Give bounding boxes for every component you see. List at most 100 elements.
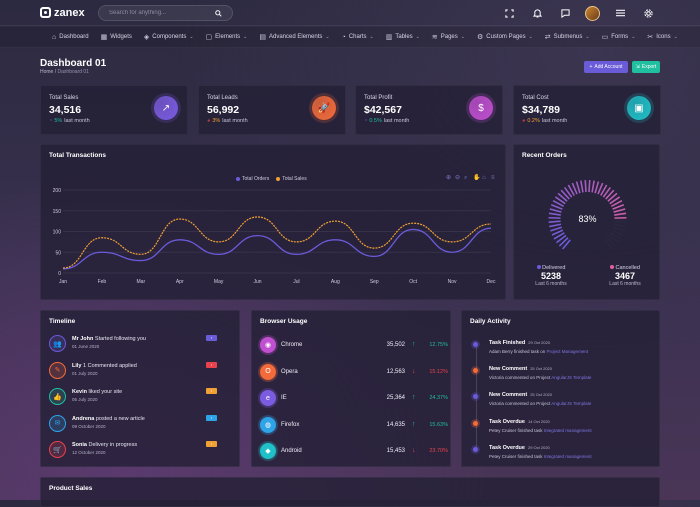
activity-title: Task Overdue14 Oct 2020	[489, 419, 550, 425]
daily-activity-card: Daily Activity Task Finished29 Oct 2020A…	[461, 310, 660, 467]
timeline-item[interactable]: ✎Lily 1 Commented applied01 July 2020▪	[49, 362, 221, 382]
timeline-badge: ▪	[206, 415, 217, 421]
timeline-item[interactable]: 🛒Sonia Delivery in progress12 October 20…	[49, 441, 221, 461]
stat-change: ◔0.5%last month	[364, 118, 409, 124]
search-icon[interactable]	[215, 10, 222, 17]
activity-item[interactable]: Task Overdue14 Oct 2020Petey Cruiser fin…	[470, 418, 680, 442]
timeline-date: 01 July 2020	[72, 371, 98, 376]
stat-change-percent: 0.2%	[527, 118, 540, 124]
nav-item-dashboard[interactable]: ⌂Dashboard	[46, 34, 95, 41]
nav-item-submenus[interactable]: ⇄Submenus⌄	[539, 33, 596, 41]
arrow-down-circle-icon: ◕	[207, 118, 210, 124]
nav-item-custom-pages[interactable]: ⚙Custom Pages⌄	[471, 33, 539, 41]
nav-item-tables[interactable]: ▥Tables⌄	[380, 33, 426, 41]
avatar[interactable]	[585, 6, 600, 21]
search-bar[interactable]	[98, 5, 233, 21]
app-logo[interactable]: zanex	[40, 7, 85, 19]
recent-orders-title: Recent Orders	[522, 152, 567, 159]
plus-icon: +	[590, 64, 593, 70]
activity-link[interactable]: AngularJS Template	[551, 375, 591, 380]
nav-label: Charts	[349, 34, 367, 40]
nav-item-components[interactable]: ◈Components⌄	[138, 33, 200, 41]
form-icon: ▭	[602, 33, 609, 41]
search-input[interactable]	[109, 10, 209, 16]
nav-item-elements[interactable]: ▢Elements⌄	[200, 33, 254, 41]
gear-icon[interactable]	[640, 5, 656, 21]
chevron-down-icon: ⌄	[369, 34, 373, 40]
user-plus-icon: 👥	[49, 335, 66, 352]
timeline-badge: ▪	[206, 335, 217, 341]
stat-label: Total Leads	[207, 95, 238, 101]
cancelled-value: 3467	[602, 271, 648, 281]
export-icon: ⇲	[636, 64, 640, 70]
activity-link[interactable]: Integrated management	[544, 454, 592, 459]
delivered-legend: Delivered 5238 Last 6 months	[528, 265, 574, 287]
browser-row-chrome[interactable]: ◉Chrome35,502↑12.75%	[260, 337, 446, 355]
activity-link[interactable]: Integrated management	[544, 428, 592, 433]
timeline-item[interactable]: 👍Kevin liked your site05 July 2020▪	[49, 388, 221, 408]
timeline-title: Timeline	[49, 318, 75, 325]
x-tick-label: Jul	[293, 279, 299, 285]
nav-item-charts[interactable]: ◔Charts⌄	[336, 34, 380, 41]
chevron-down-icon: ⌄	[243, 34, 247, 40]
activity-item[interactable]: Task Overdue29 Oct 2020Petey Cruiser fin…	[470, 444, 680, 468]
activity-dot	[473, 394, 478, 399]
export-button[interactable]: ⇲ Export	[632, 61, 660, 73]
message-icon[interactable]	[557, 5, 573, 21]
breadcrumb-home[interactable]: Home	[40, 69, 53, 75]
cancelled-legend: Cancelled 3467 Last 6 months	[602, 265, 648, 287]
x-tick-label: Jan	[59, 279, 67, 285]
breadcrumb-separator: /	[55, 69, 56, 75]
x-tick-label: Feb	[98, 279, 107, 285]
nav-item-advanced-elements[interactable]: ▤Advanced Elements⌄	[253, 33, 335, 41]
nav-item-pages[interactable]: ≋Pages⌄	[426, 33, 471, 41]
file-icon: ▤	[259, 33, 266, 41]
activity-link[interactable]: AngularJS Template	[551, 401, 591, 406]
browser-row-opera[interactable]: OOpera12,563↓15.12%	[260, 364, 446, 382]
menu-icon[interactable]	[612, 5, 628, 21]
nav-label: Forms	[611, 34, 628, 40]
add-account-button[interactable]: + Add Account	[584, 61, 628, 73]
gauge-tick	[550, 209, 562, 212]
browser-name: Android	[281, 448, 302, 454]
stat-label: Total Sales	[49, 95, 78, 101]
fullscreen-icon[interactable]	[501, 5, 517, 21]
arrow-down-icon: ↓	[412, 447, 416, 454]
cart-icon: 🛒	[49, 441, 66, 458]
x-tick-label: Aug	[331, 279, 340, 285]
chevron-down-icon: ⌄	[416, 34, 420, 40]
timeline-item[interactable]: 👥Mr John Started following you01 June 20…	[49, 335, 221, 355]
browser-row-firefox[interactable]: ◍Firefox14,635↑15.63%	[260, 417, 446, 435]
bell-icon[interactable]	[529, 5, 545, 21]
main-nav: ⌂Dashboard▦Widgets◈Components⌄▢Elements⌄…	[0, 27, 700, 48]
clipboard-icon: ▥	[386, 33, 393, 41]
timeline-item[interactable]: ✉Andrena posted a new article09 October …	[49, 415, 221, 435]
browser-percent: 15.63%	[422, 422, 448, 428]
transactions-card: Total Transactions Total OrdersTotal Sal…	[40, 144, 506, 300]
stat-change-percent: 5%	[54, 118, 62, 124]
topbar-icons	[501, 5, 656, 21]
activity-item[interactable]: New Comment25 Oct 2020Victoria commented…	[470, 391, 680, 415]
browser-percent: 12.75%	[422, 342, 448, 348]
browser-row-ie[interactable]: eIE25,364↑24.37%	[260, 390, 446, 408]
activity-item[interactable]: Task Finished29 Oct 2020Adam Berry finis…	[470, 339, 680, 363]
orders-percent: 83%	[514, 214, 661, 224]
activity-date: 29 Oct 2020	[528, 445, 550, 450]
nav-item-forms[interactable]: ▭Forms⌄	[596, 33, 642, 41]
product-sales-card: Product Sales	[40, 477, 660, 507]
gauge-tick	[549, 224, 561, 226]
box-icon: ▢	[206, 33, 213, 41]
nav-item-widgets[interactable]: ▦Widgets	[95, 33, 138, 41]
nav-item-icons[interactable]: ✂Icons⌄	[641, 33, 683, 41]
product-sales-title: Product Sales	[49, 485, 92, 492]
firefox-icon: ◍	[260, 417, 276, 433]
cancelled-dot	[610, 265, 614, 269]
activity-item[interactable]: New Comment25 Oct 2020Victoria commented…	[470, 365, 680, 389]
y-tick-label: 200	[53, 188, 62, 194]
activity-link[interactable]: Project Management	[547, 349, 589, 354]
stack-icon: ≋	[432, 33, 438, 41]
timeline-action: Started following you	[95, 336, 146, 342]
browser-row-android[interactable]: ◆Android15,453↓23.70%	[260, 443, 446, 461]
activity-dot	[473, 421, 478, 426]
delivered-dot	[537, 265, 541, 269]
